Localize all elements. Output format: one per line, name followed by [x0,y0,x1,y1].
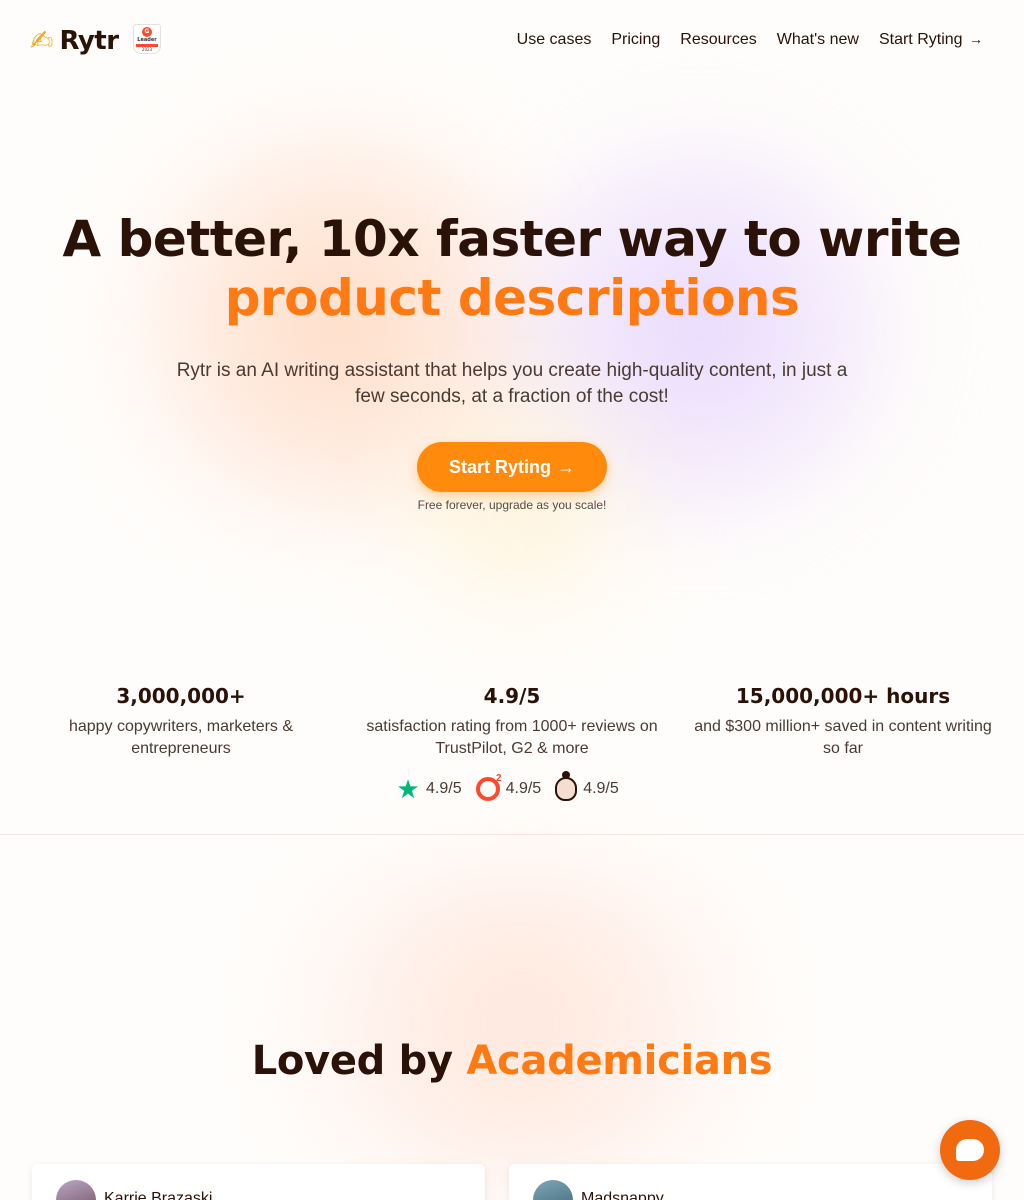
stat-hours: 15,000,000+ hours and $300 million+ save… [690,682,996,760]
nav-use-cases[interactable]: Use cases [517,31,592,49]
rating-score: 4.9/5 [505,780,542,797]
stat-description: and $300 million+ saved in content writi… [694,718,992,757]
loved-by-accent: Academicians [466,1038,773,1084]
rating-capterra[interactable]: 4.9/5 [555,771,619,801]
nav-whats-new[interactable]: What's new [777,31,859,49]
rating-g2[interactable]: 4.9/5 [475,773,542,801]
cta-note: Free forever, upgrade as you scale! [417,498,607,512]
badge-label: Leader [137,37,157,43]
logo[interactable]: ✍ Rytr [30,24,119,57]
stat-value: 15,000,000+ hours [735,684,951,708]
arrow-right-icon: → [557,456,575,477]
chat-bubble-icon [956,1139,984,1161]
avatar [56,1180,96,1200]
review-ratings: ★ 4.9/5 4.9/5 4.9/5 [396,771,619,804]
start-ryting-button[interactable]: Start Ryting → [417,442,607,492]
stat-value: 3,000,000+ [116,684,246,708]
nav-pricing[interactable]: Pricing [611,31,660,49]
start-ryting-button-label: Start Ryting [448,456,551,477]
section-divider [0,834,1024,835]
rating-trustpilot[interactable]: ★ 4.9/5 [396,774,462,804]
loved-by-prefix: Loved by [251,1038,453,1084]
site-header: ✍ Rytr G Leader 2023 Use cases Pricing R… [0,0,1024,84]
rating-score: 4.9/5 [426,780,462,797]
nav-start-ryting-label: Start Ryting [878,31,963,48]
writing-hand-icon: ✍ [30,24,54,57]
testimonial-card: Madsnappy [509,1164,992,1200]
testimonial-card: Karrie Brazaski [32,1164,485,1200]
nav-resources[interactable]: Resources [680,31,756,49]
stat-description: happy copywriters, marketers & entrepren… [68,718,294,757]
avatar [533,1180,573,1200]
g2-icon [475,773,502,801]
stat-rating: 4.9/5 satisfaction rating from 1000+ rev… [360,682,664,760]
background-glow-pink [220,860,820,1190]
rating-score: 4.9/5 [583,780,619,797]
stat-value: 4.9/5 [483,684,541,708]
chat-launcher-button[interactable] [940,1120,1000,1180]
capterra-icon [555,771,578,801]
hero-title: A better, 10x faster way to write produc… [0,210,1024,328]
hero-subtitle: Rytr is an AI writing assistant that hel… [176,360,848,407]
stat-description: satisfaction rating from 1000+ reviews o… [366,718,658,757]
g2-leader-badge: G Leader 2023 [133,24,161,54]
hero-title-accent: product descriptions [224,269,800,327]
loved-by-heading: Loved by Academicians [0,1038,1024,1084]
trustpilot-star-icon: ★ [396,774,420,804]
main-nav: Use cases Pricing Resources What's new S… [517,31,983,49]
stat-users: 3,000,000+ happy copywriters, marketers … [60,682,302,760]
nav-start-ryting[interactable]: Start Ryting → [879,31,983,49]
testimonial-author: Karrie Brazaski [104,1190,213,1200]
arrow-right-icon: → [969,31,983,47]
testimonial-author: Madsnappy [581,1190,664,1200]
logo-text: Rytr [59,26,119,56]
hero-title-line: A better, 10x faster way to write [62,210,962,268]
badge-year: 2023 [141,47,153,52]
g2-icon: G [142,27,152,37]
